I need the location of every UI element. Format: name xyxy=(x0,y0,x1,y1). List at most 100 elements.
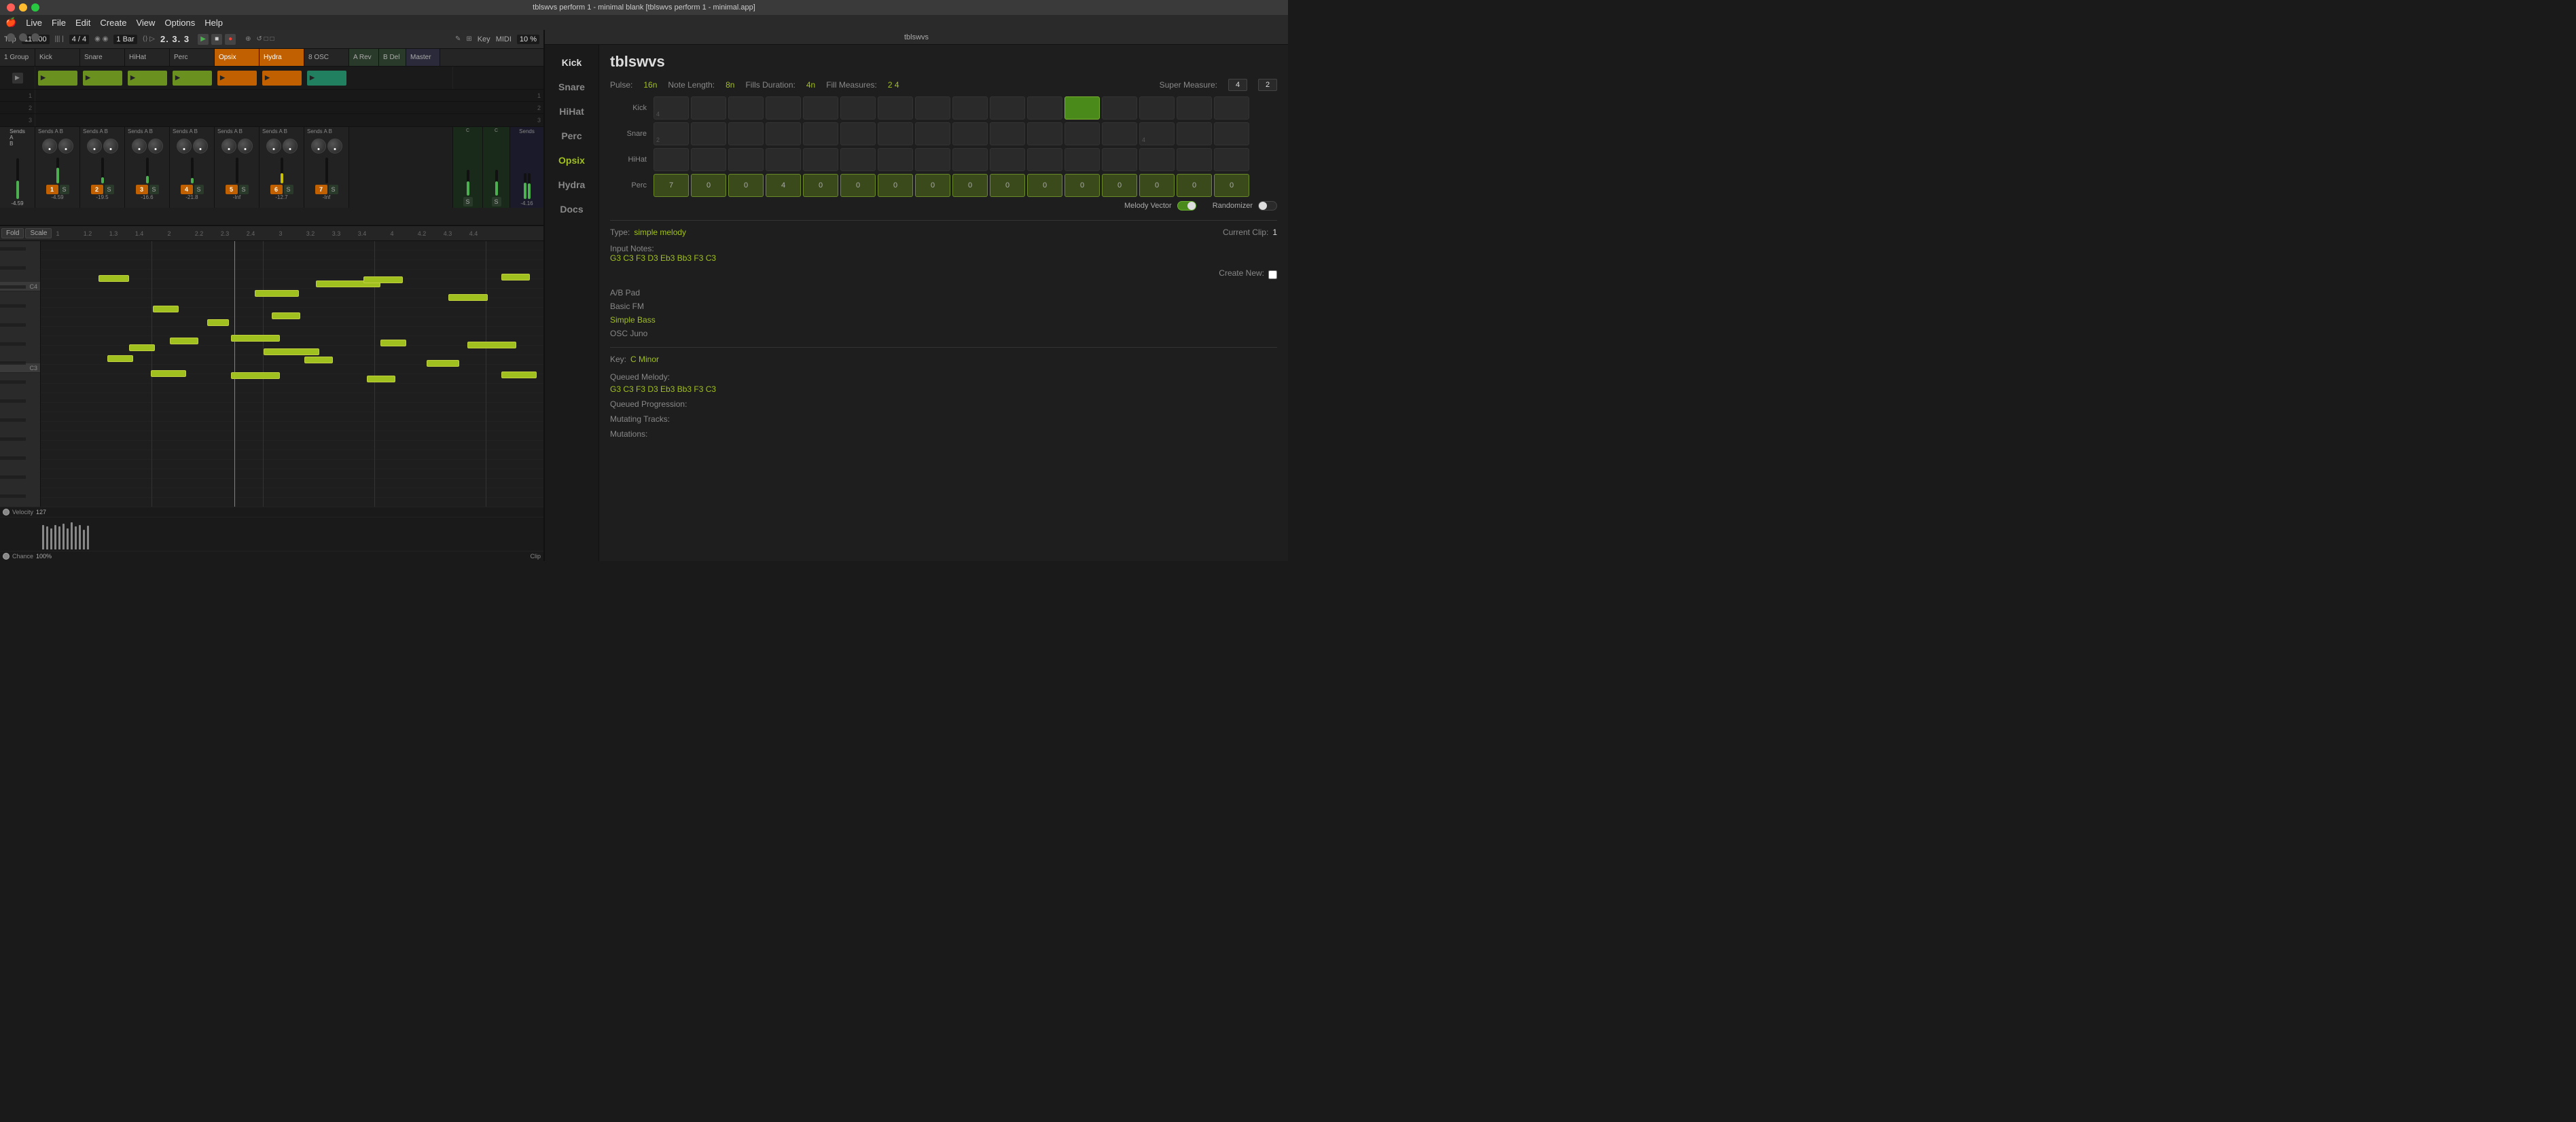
hihat-clip-cell[interactable]: ▶ xyxy=(125,68,170,88)
hihat-cell-3[interactable] xyxy=(728,148,764,171)
nav-hydra[interactable]: Hydra xyxy=(545,173,598,197)
note-block[interactable] xyxy=(231,372,280,379)
plugin-max-btn[interactable] xyxy=(31,33,39,41)
hihat-cell-7[interactable] xyxy=(878,148,913,171)
maximize-button[interactable] xyxy=(31,3,39,12)
hihat-cell-2[interactable] xyxy=(691,148,726,171)
nav-perc[interactable]: Perc xyxy=(545,124,598,148)
hihat-knob-a[interactable] xyxy=(132,139,147,153)
note-block[interactable] xyxy=(501,372,537,378)
menu-create[interactable]: Create xyxy=(100,18,126,28)
nav-docs[interactable]: Docs xyxy=(545,197,598,221)
snare-cell-3[interactable] xyxy=(728,122,764,145)
kick-cell-2[interactable] xyxy=(691,96,726,120)
zoom-value[interactable]: 10 % xyxy=(517,35,539,44)
perc-clip[interactable]: ▶ xyxy=(173,71,212,86)
note-block[interactable] xyxy=(170,338,198,344)
kick-cell-10[interactable] xyxy=(990,96,1025,120)
snare-cell-8[interactable] xyxy=(915,122,950,145)
perc-cell-15[interactable]: 0 xyxy=(1177,174,1212,197)
perc-cell-3[interactable]: 0 xyxy=(728,174,764,197)
perc-cell-14[interactable]: 0 xyxy=(1139,174,1175,197)
nav-snare[interactable]: Snare xyxy=(545,75,598,99)
8osc-clip[interactable]: ▶ xyxy=(307,71,346,86)
perc-cell-13[interactable]: 0 xyxy=(1102,174,1137,197)
opsix-clip[interactable]: ▶ xyxy=(217,71,257,86)
snare-cell-14[interactable]: 4 xyxy=(1139,122,1175,145)
opsix-clip-cell[interactable]: ▶ xyxy=(215,68,260,88)
fills-duration-value[interactable]: 4n xyxy=(806,80,815,90)
perc-clip-cell[interactable]: ▶ xyxy=(170,68,215,88)
super-measure-input-2[interactable] xyxy=(1258,79,1277,91)
create-new-checkbox[interactable] xyxy=(1268,270,1277,279)
kick-cell-5[interactable] xyxy=(803,96,838,120)
snare-cell-2[interactable] xyxy=(691,122,726,145)
snare-cell-5[interactable] xyxy=(803,122,838,145)
input-notes-value[interactable]: G3 C3 F3 D3 Eb3 Bb3 F3 C3 xyxy=(610,253,716,263)
note-block[interactable] xyxy=(427,360,459,367)
opsix-fader[interactable] xyxy=(236,158,238,183)
note-block[interactable] xyxy=(304,357,333,363)
plugin-min-btn[interactable] xyxy=(19,33,27,41)
a-rev-s[interactable]: S xyxy=(463,197,473,206)
fold-button[interactable]: Fold xyxy=(1,228,24,238)
hihat-knob-b[interactable] xyxy=(148,139,163,153)
hihat-fader[interactable] xyxy=(146,158,149,183)
note-block[interactable] xyxy=(380,340,406,346)
snare-cell-10[interactable] xyxy=(990,122,1025,145)
record-button[interactable]: ● xyxy=(225,34,236,45)
hihat-cell-5[interactable] xyxy=(803,148,838,171)
note-block[interactable] xyxy=(231,335,280,342)
kick-cell-15[interactable] xyxy=(1177,96,1212,120)
menu-view[interactable]: View xyxy=(136,18,155,28)
8osc-s-btn[interactable]: S xyxy=(329,185,338,194)
super-measure-input-1[interactable] xyxy=(1228,79,1247,91)
snare-cell-6[interactable] xyxy=(840,122,876,145)
hihat-s-btn[interactable]: S xyxy=(149,185,159,194)
snare-fader[interactable] xyxy=(101,158,104,183)
note-block[interactable] xyxy=(207,319,229,326)
kick-cell-16[interactable] xyxy=(1214,96,1249,120)
8osc-knob-a[interactable] xyxy=(311,139,326,153)
hihat-cell-12[interactable] xyxy=(1065,148,1100,171)
group-fader-track[interactable] xyxy=(16,158,19,199)
melody-vector-switch[interactable] xyxy=(1177,201,1196,211)
plugin-close-btn[interactable] xyxy=(7,33,15,41)
note-block[interactable] xyxy=(151,370,186,377)
chance-mode-btn[interactable] xyxy=(3,553,10,560)
apple-menu[interactable]: 🍎 xyxy=(5,17,16,28)
note-block[interactable] xyxy=(467,342,516,348)
hydra-s-btn[interactable]: S xyxy=(284,185,293,194)
b-del-s[interactable]: S xyxy=(492,197,501,206)
kick-cell-3[interactable] xyxy=(728,96,764,120)
preset-ab-pad[interactable]: A/B Pad xyxy=(610,286,1277,300)
opsix-s-btn[interactable]: S xyxy=(239,185,249,194)
kick-fader[interactable] xyxy=(56,158,59,183)
velocity-mode-btn[interactable] xyxy=(3,509,10,515)
snare-cell-9[interactable] xyxy=(952,122,988,145)
perc-cell-1[interactable]: 7 xyxy=(654,174,689,197)
note-block[interactable] xyxy=(272,312,300,319)
hihat-cell-6[interactable] xyxy=(840,148,876,171)
hihat-cell-16[interactable] xyxy=(1214,148,1249,171)
window-controls[interactable] xyxy=(7,3,39,12)
opsix-knob-b[interactable] xyxy=(238,139,253,153)
note-block[interactable] xyxy=(99,275,129,282)
menu-file[interactable]: File xyxy=(52,18,66,28)
perc-cell-2[interactable]: 0 xyxy=(691,174,726,197)
note-block[interactable] xyxy=(129,344,155,351)
preset-osc-juno[interactable]: OSC Juno xyxy=(610,327,1277,340)
hihat-cell-10[interactable] xyxy=(990,148,1025,171)
kick-cell-8[interactable] xyxy=(915,96,950,120)
snare-cell-12[interactable] xyxy=(1065,122,1100,145)
note-block[interactable] xyxy=(363,276,403,283)
hydra-knob-b[interactable] xyxy=(283,139,298,153)
kick-s-btn[interactable]: S xyxy=(60,185,69,194)
kick-cell-9[interactable] xyxy=(952,96,988,120)
perc-cell-8[interactable]: 0 xyxy=(915,174,950,197)
hihat-cell-13[interactable] xyxy=(1102,148,1137,171)
perc-cell-11[interactable]: 0 xyxy=(1027,174,1062,197)
hydra-knob-a[interactable] xyxy=(266,139,281,153)
kick-knob-a[interactable] xyxy=(42,139,57,153)
kick-cell-1[interactable]: 4 xyxy=(654,96,689,120)
